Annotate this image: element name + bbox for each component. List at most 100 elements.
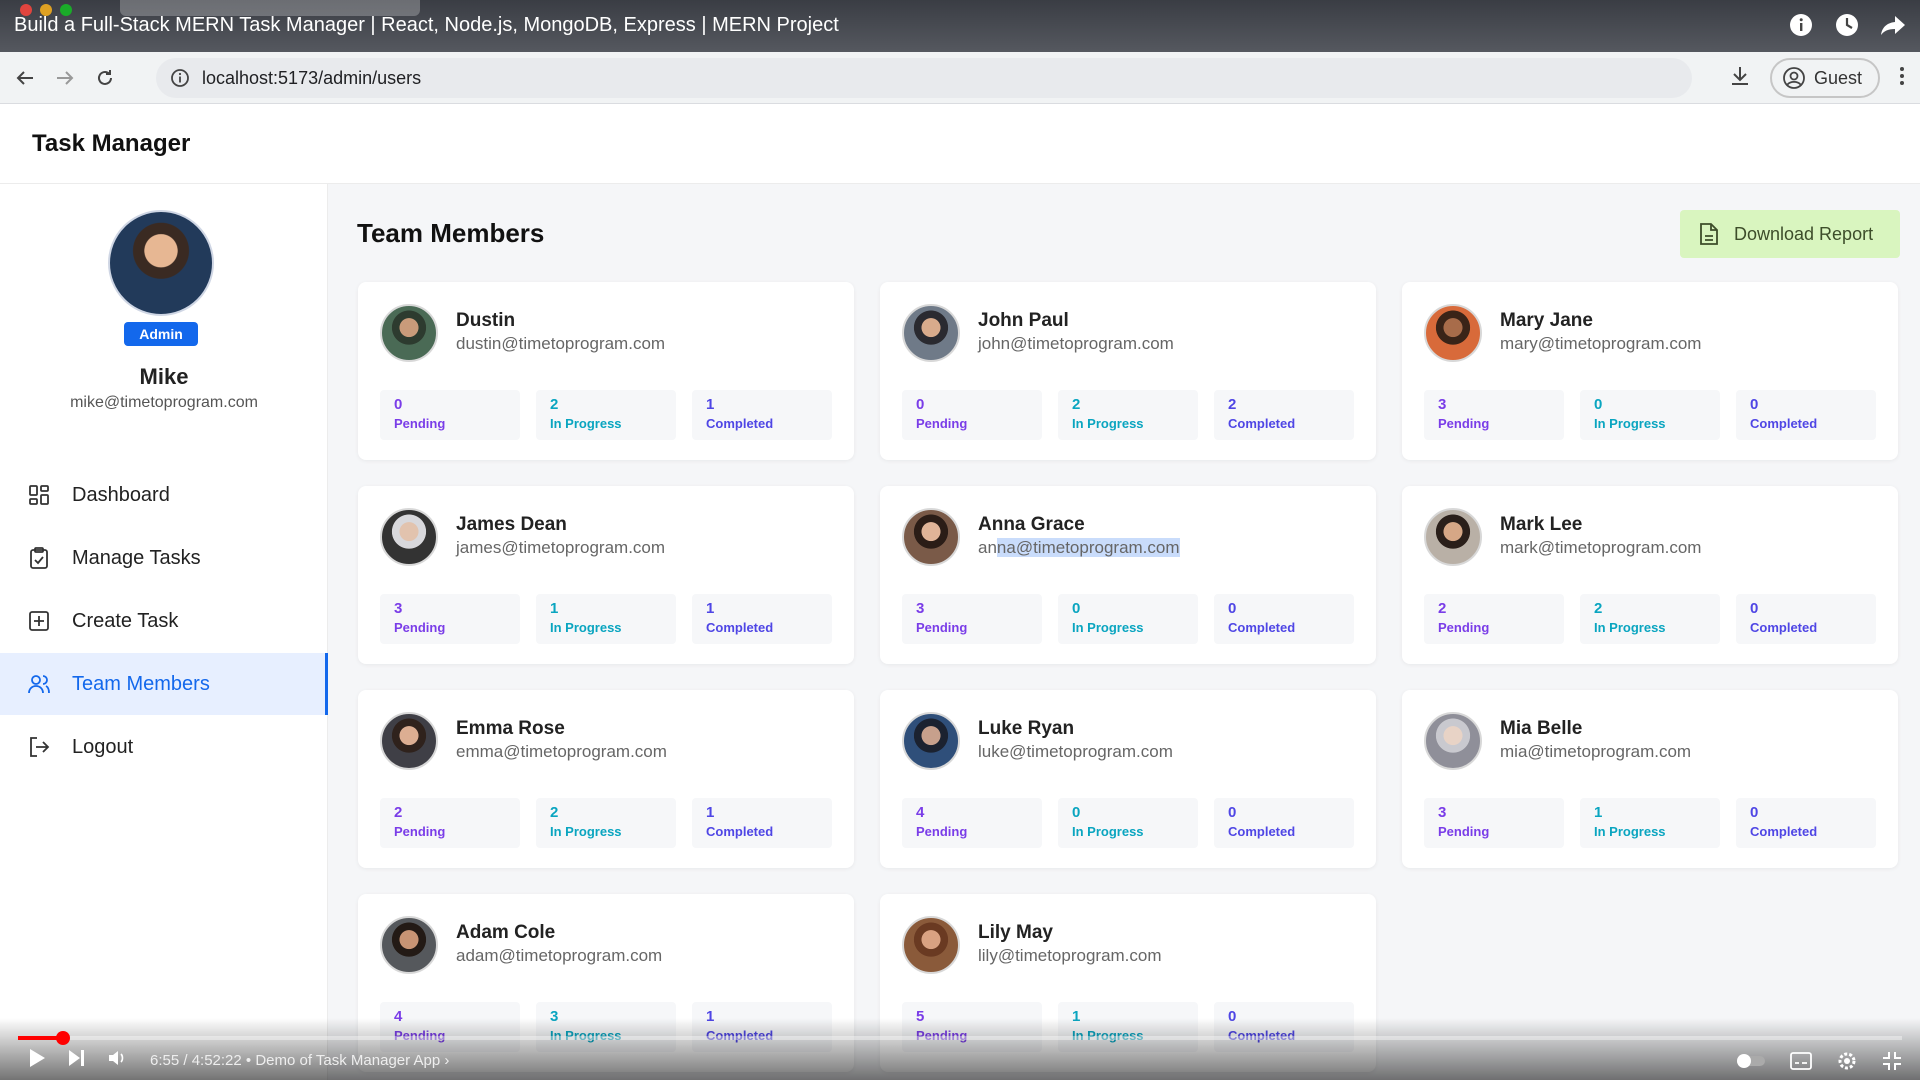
stat-in-progress-label: In Progress: [1072, 620, 1144, 635]
forward-icon[interactable]: [50, 63, 80, 93]
member-card[interactable]: Anna Grace anna@timetoprogram.com 3 Pending…: [880, 486, 1376, 664]
stat-pending-count: 3: [1438, 396, 1447, 413]
address-bar[interactable]: localhost:5173/admin/users: [156, 58, 1692, 98]
stat-in-progress-count: 2: [1072, 396, 1081, 413]
sidebar-item-logout[interactable]: Logout: [0, 716, 328, 778]
watch-later-icon[interactable]: [1834, 12, 1860, 38]
stat-in-progress: 1 In Progress: [536, 594, 676, 644]
profile-button[interactable]: Guest: [1769, 58, 1880, 98]
avatar: [1424, 712, 1482, 770]
url-text[interactable]: localhost:5173/admin/users: [202, 68, 421, 89]
stat-pending-label: Pending: [1438, 416, 1490, 431]
stat-completed: 0 Completed: [1736, 390, 1876, 440]
stat-completed: 0 Completed: [1736, 594, 1876, 644]
stat-pending: 3 Pending: [1424, 390, 1564, 440]
stat-in-progress-label: In Progress: [1594, 620, 1666, 635]
member-card[interactable]: James Dean james@timetoprogram.com 3 Pendin…: [358, 486, 854, 664]
member-email: adam@timetoprogram.com: [456, 946, 663, 965]
stat-in-progress-label: In Progress: [550, 824, 622, 839]
member-email: emma@timetoprogram.com: [456, 742, 667, 761]
member-name: Emma Rose: [456, 718, 565, 739]
plus-square-icon: [26, 608, 52, 634]
member-email: john@timetoprogram.com: [978, 334, 1174, 353]
member-card[interactable]: John Paul john@timetoprogram.com 0 Pending 2…: [880, 282, 1376, 460]
stat-in-progress-label: In Progress: [1594, 824, 1666, 839]
member-email: james@timetoprogram.com: [456, 538, 666, 557]
stat-in-progress: 2 In Progress: [1058, 390, 1198, 440]
info-icon[interactable]: [1788, 12, 1814, 38]
sidebar-item-label: Team Members: [72, 672, 210, 695]
member-card[interactable]: Mia Belle mia@timetoprogram.com 3 Pending 1 I…: [1402, 690, 1898, 868]
stat-completed: 2 Completed: [1214, 390, 1354, 440]
stat-pending-count: 3: [1438, 804, 1447, 821]
video-progress-bar[interactable]: [18, 1031, 1902, 1045]
subtitles-icon[interactable]: [1790, 1052, 1812, 1075]
stat-pending: 0 Pending: [380, 390, 520, 440]
stat-pending: 3 Pending: [1424, 798, 1564, 848]
sidebar-item-manage-tasks[interactable]: Manage Tasks: [0, 527, 328, 589]
reload-icon[interactable]: [90, 63, 120, 93]
stat-in-progress-count: 2: [1594, 600, 1603, 617]
member-name: Mia Belle: [1500, 718, 1583, 739]
stat-pending-label: Pending: [394, 416, 446, 431]
member-name: Mary Jane: [1500, 310, 1593, 331]
fullscreen-exit-icon[interactable]: [1882, 1051, 1902, 1076]
sidebar-item-dashboard[interactable]: Dashboard: [0, 464, 328, 526]
video-time[interactable]: 6:55 / 4:52:22 • Demo of Task Manager Ap…: [150, 1052, 449, 1069]
stat-in-progress-count: 1: [550, 600, 559, 617]
stat-completed-count: 0: [1750, 396, 1759, 413]
autoplay-toggle-icon[interactable]: [1736, 1053, 1766, 1074]
stat-completed-label: Completed: [706, 620, 774, 635]
stat-pending-label: Pending: [394, 620, 446, 635]
video-scrubber-handle[interactable]: [55, 1031, 70, 1045]
stat-completed-count: 0: [1228, 600, 1237, 617]
member-card[interactable]: Emma Rose emma@timetoprogram.com 2 Pending 2…: [358, 690, 854, 868]
member-email-prefix: an: [978, 538, 997, 557]
stat-in-progress-count: 2: [550, 396, 559, 413]
sidebar-item-team-members[interactable]: Team Members: [0, 653, 328, 715]
member-email-selected: na@timetoprogram.com: [996, 538, 1180, 557]
download-icon[interactable]: [1728, 64, 1752, 93]
member-name: John Paul: [978, 310, 1069, 331]
stat-pending-label: Pending: [394, 824, 446, 839]
video-title[interactable]: Build a Full-Stack MERN Task Manager | R…: [14, 14, 839, 37]
stat-in-progress-count: 0: [1594, 396, 1603, 413]
avatar: [902, 304, 960, 362]
stat-in-progress: 2 In Progress: [1580, 594, 1720, 644]
browser-toolbar: localhost:5173/admin/users Guest: [0, 52, 1920, 104]
settings-gear-icon[interactable]: [1836, 1050, 1858, 1077]
site-info-icon[interactable]: [170, 68, 190, 88]
stat-pending: 3 Pending: [902, 594, 1042, 644]
play-icon[interactable]: [28, 1048, 46, 1072]
member-email: anna@timetoprogram.com: [978, 538, 1180, 558]
member-card[interactable]: Luke Ryan luke@timetoprogram.com 4 Pending 0…: [880, 690, 1376, 868]
stat-in-progress: 1 In Progress: [1580, 798, 1720, 848]
stat-in-progress-label: In Progress: [1072, 824, 1144, 839]
stat-completed-label: Completed: [1228, 824, 1296, 839]
stat-completed-count: 1: [706, 804, 715, 821]
stat-pending-count: 4: [916, 804, 925, 821]
member-email: mia@timetoprogram.com: [1500, 742, 1692, 761]
member-name: Luke Ryan: [978, 718, 1075, 739]
back-icon[interactable]: [10, 63, 40, 93]
member-card[interactable]: Mark Lee mark@timetoprogram.com 2 Pending 2 I…: [1402, 486, 1898, 664]
sidebar-item-create-task[interactable]: Create Task: [0, 590, 328, 652]
stat-pending: 2 Pending: [380, 798, 520, 848]
avatar: [1424, 508, 1482, 566]
avatar: [380, 304, 438, 362]
volume-icon[interactable]: [108, 1049, 128, 1071]
stat-pending: 3 Pending: [380, 594, 520, 644]
stat-in-progress: 0 In Progress: [1058, 594, 1198, 644]
member-card[interactable]: Mary Jane mary@timetoprogram.com 3 Pending 0…: [1402, 282, 1898, 460]
next-icon[interactable]: [68, 1049, 86, 1071]
share-icon[interactable]: [1880, 12, 1906, 38]
stat-completed-label: Completed: [1228, 620, 1296, 635]
stat-pending-count: 2: [1438, 600, 1447, 617]
stat-pending-label: Pending: [916, 416, 968, 431]
download-report-button[interactable]: Download Report: [1680, 210, 1900, 258]
more-menu-icon[interactable]: [1898, 64, 1906, 93]
member-card[interactable]: Dustin dustin@timetoprogram.com 0 Pending 2 I…: [358, 282, 854, 460]
stat-completed-label: Completed: [1750, 620, 1818, 635]
avatar: [380, 508, 438, 566]
member-name: Adam Cole: [456, 922, 556, 943]
